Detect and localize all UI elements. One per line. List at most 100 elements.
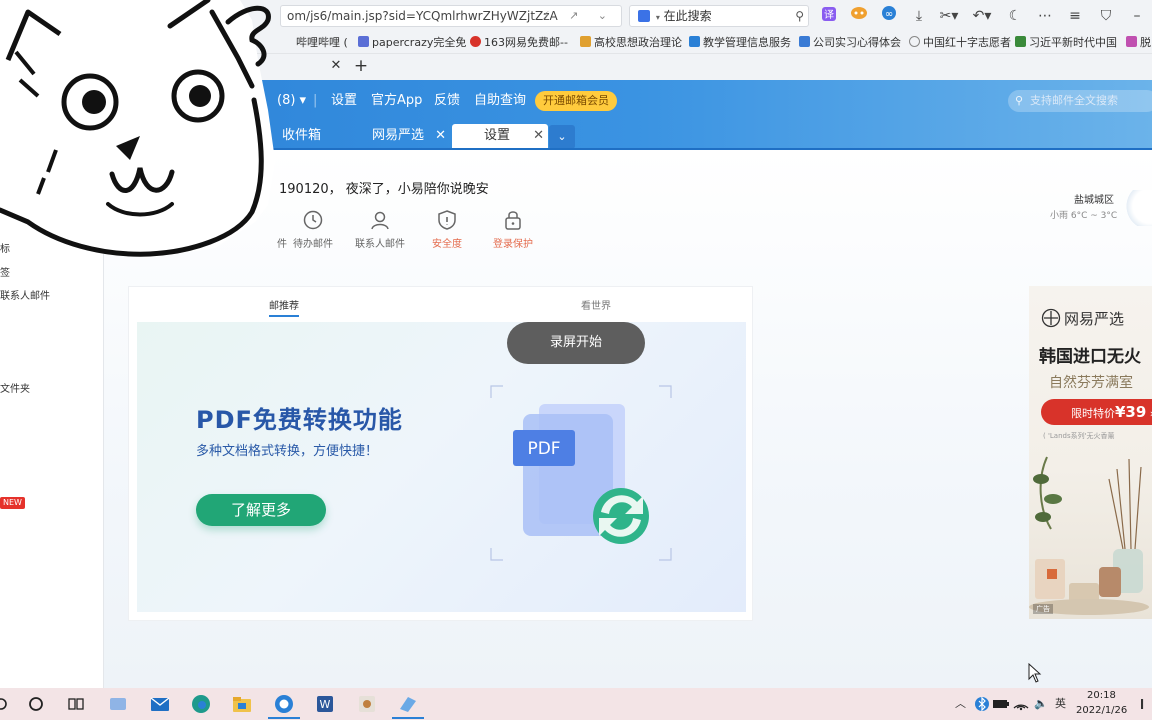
search-engine-dropdown-icon[interactable]: ▾ <box>656 13 660 22</box>
volume-icon[interactable]: 🔈 <box>1034 697 1048 711</box>
bookmark-item[interactable]: 教学管理信息服务 <box>689 32 791 53</box>
translate-icon[interactable]: 译 <box>819 6 839 26</box>
learn-more-button[interactable]: 了解更多 <box>196 494 326 526</box>
greeting-text: 190120， 夜深了，小易陪你说晚安 <box>279 182 489 197</box>
close-tab-icon[interactable]: ✕ <box>328 58 344 74</box>
mail-search-input[interactable]: ⚲ 支持邮件全文搜索 <box>1008 90 1152 112</box>
bookmark-icon <box>1015 36 1026 47</box>
quick-security[interactable]: 安全度 <box>412 209 482 250</box>
bookmark-icon <box>909 36 920 47</box>
shirt-icon[interactable]: ⛉ <box>1096 6 1116 26</box>
pdf-label: PDF <box>527 439 560 459</box>
tab-yanxuan[interactable]: 网易严选 ✕ <box>356 124 450 150</box>
wifi-icon[interactable] <box>1010 693 1032 715</box>
notes-app-icon[interactable] <box>107 693 129 715</box>
quick-login-protect[interactable]: 登录保护 <box>478 209 548 250</box>
bookmark-item[interactable]: 习近平新时代中国 <box>1015 32 1117 53</box>
bookmark-item[interactable]: 公司实习心得体会 <box>799 32 901 53</box>
ad-price-button[interactable]: 限时特价¥39 › <box>1041 399 1152 425</box>
sidebar-item[interactable]: 签 <box>0 264 10 279</box>
infinity-icon[interactable]: ∞ <box>879 6 899 26</box>
tab-more-icon[interactable]: ⌄ <box>549 125 575 149</box>
ad-brand: 网易严选 <box>1041 308 1124 329</box>
tab-settings[interactable]: 设置 ✕ <box>452 124 548 150</box>
bookmark-icon <box>799 36 810 47</box>
cat-sticker-image <box>0 0 275 258</box>
undo-icon[interactable]: ↶▾ <box>972 6 992 26</box>
search-engine-icon[interactable] <box>638 10 650 22</box>
nav-self-service[interactable]: 自助查询 <box>474 92 526 110</box>
ad-panel[interactable]: 网易严选 韩国进口无火 自然芬芳满室 限时特价¥39 › ( 'Lands系列'… <box>1029 286 1152 619</box>
bookmark-item[interactable]: 中国红十字志愿者 <box>909 32 1011 53</box>
notification-icon[interactable]: ǀ <box>1140 697 1144 711</box>
active-app-indicator <box>392 717 424 719</box>
pdf-convert-icon: PDF <box>490 385 672 561</box>
close-icon[interactable]: ✕ <box>533 124 544 148</box>
new-tab-icon[interactable]: + <box>352 56 370 76</box>
bookmark-item[interactable]: 高校思想政治理论 <box>580 32 682 53</box>
more-icon[interactable]: ⋯ <box>1035 6 1055 26</box>
bookmark-item[interactable]: 脱 <box>1126 32 1151 53</box>
browser-app-icon[interactable] <box>273 693 295 715</box>
menu-icon[interactable]: ≡ <box>1065 6 1085 26</box>
game-icon[interactable] <box>849 6 869 26</box>
mail-app-icon[interactable] <box>149 693 171 715</box>
bookmark-icon <box>580 36 591 47</box>
download-icon[interactable]: ⤓ <box>909 6 929 26</box>
address-bar[interactable]: om/js6/main.jsp?sid=YCQmlrhwrZHyWZjtZzA … <box>280 5 622 27</box>
app-icon[interactable] <box>397 693 419 715</box>
browser-search-text: 在此搜索 <box>663 9 712 23</box>
minimize-icon[interactable]: – <box>1127 6 1147 26</box>
svg-text:译: 译 <box>824 9 834 21</box>
tray-expand-icon[interactable]: ︿ <box>955 697 966 711</box>
yanxuan-logo-icon <box>1041 308 1061 328</box>
nav-feedback[interactable]: 反馈 <box>434 92 460 110</box>
nav-divider: | <box>313 93 318 108</box>
edge-icon[interactable] <box>190 693 212 715</box>
weather-info: 小雨 6°C ~ 3°C <box>1050 211 1118 221</box>
mail-search-placeholder: 支持邮件全文搜索 <box>1030 94 1118 107</box>
sidebar-item-contact-mail[interactable]: 联系人邮件 <box>0 287 50 302</box>
address-tools-icon[interactable]: ⚡ ↗ ⌄ <box>542 6 615 26</box>
file-explorer-icon[interactable] <box>231 693 253 715</box>
bookmark-item[interactable]: papercrazy完全免 <box>358 32 466 53</box>
tab-recommend[interactable]: 邮推荐 <box>269 297 299 317</box>
bookmark-icon <box>689 36 700 47</box>
ime-indicator[interactable]: 英 <box>1055 697 1066 711</box>
ad-label: 广告 <box>1033 604 1053 614</box>
active-app-indicator <box>268 717 300 719</box>
clock-time[interactable]: 20:18 <box>1087 690 1116 701</box>
close-icon[interactable]: ✕ <box>435 124 446 148</box>
browser-search-box[interactable]: ▾ 在此搜索 ⚲ <box>629 5 809 27</box>
clock-icon <box>303 210 323 230</box>
bookmark-item[interactable]: 哔哩哔哩 ( <box>296 32 348 53</box>
bookmark-icon <box>1126 36 1137 47</box>
diffuser-product-image <box>1029 456 1149 615</box>
cortana-icon[interactable] <box>25 693 47 715</box>
new-badge: NEW <box>0 497 25 509</box>
nav-settings[interactable]: 设置 <box>331 92 357 110</box>
scissors-icon[interactable]: ✂▾ <box>939 6 959 26</box>
battery-icon[interactable] <box>990 693 1012 715</box>
start-icon[interactable] <box>0 693 12 715</box>
screen-recorder-icon[interactable] <box>356 693 378 715</box>
sidebar-item-folders[interactable]: 文件夹 <box>0 380 30 395</box>
night-mode-icon[interactable]: ☾ <box>1005 6 1025 26</box>
search-icon: ⚲ <box>1015 94 1024 107</box>
contact-icon <box>371 211 389 230</box>
vip-badge[interactable]: 开通邮箱会员 <box>535 91 617 111</box>
task-view-icon[interactable] <box>65 693 87 715</box>
tab-world[interactable]: 看世界 <box>581 297 611 312</box>
quick-contacts[interactable]: 联系人邮件 <box>345 209 415 250</box>
word-icon[interactable]: W <box>314 693 336 715</box>
bookmark-icon <box>470 36 481 47</box>
svg-text:W: W <box>320 698 331 711</box>
lock-icon <box>505 211 521 230</box>
banner-title: PDF免费转换功能 <box>196 406 403 434</box>
bookmark-item[interactable]: 163网易免费邮-- <box>470 32 568 53</box>
pdf-banner[interactable]: PDF免费转换功能 多种文档格式转换，方便快捷！ 了解更多 PDF <box>137 322 746 612</box>
ad-note: ( 'Lands系列'无火香薰 <box>1043 432 1115 440</box>
clock-date[interactable]: 2022/1/26 <box>1076 705 1127 716</box>
nav-official-app[interactable]: 官方App <box>371 92 422 110</box>
search-icon[interactable]: ⚲ <box>795 6 804 26</box>
